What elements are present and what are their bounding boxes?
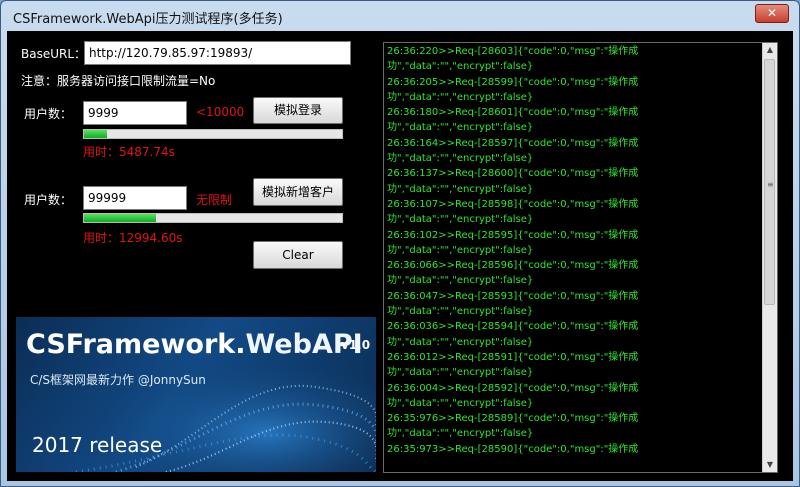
log-line: 26:36:066>>Req-[28596]{"code":0,"msg":"操… [387,260,639,272]
simulate-add-customer-button[interactable]: 模拟新增客户 [253,178,343,206]
log-line: 26:36:180>>Req-[28601]{"code":0,"msg":"操… [387,107,639,119]
customer-progress-fill [84,214,157,222]
log-line: 26:36:036>>Req-[28594]{"code":0,"msg":"操… [387,321,639,333]
login-progress-bar [83,129,343,139]
login-users-label: 用户数： [24,107,73,121]
log-line: 功","data":"","encrypt":false} [387,61,534,73]
log-line: 功","data":"","encrypt":false} [387,214,534,226]
log-line: 功","data":"","encrypt":false} [387,397,534,409]
log-line: 功","data":"","encrypt":false} [387,336,534,348]
log-line: 26:36:205>>Req-[28599]{"code":0,"msg":"操… [387,76,639,88]
customer-users-label: 用户数： [24,193,73,207]
log-line: 26:36:137>>Req-[28600]{"code":0,"msg":"操… [387,168,639,180]
product-banner: CSFramework.WebAPI v1.0 C/S框架网最新力作 @Jonn… [16,317,376,472]
log-line: 26:36:047>>Req-[28593]{"code":0,"msg":"操… [387,290,639,302]
scroll-up-arrow-icon[interactable]: ▲ [763,43,777,57]
banner-title-part1: CSFramework. [26,329,246,360]
notice-text: 注意：服务器访问接口限制流量=No [21,74,216,88]
log-line: 功","data":"","encrypt":false} [387,367,534,379]
login-elapsed-text: 用时：5487.74s [83,145,175,159]
login-limit-text: <10000 [196,105,245,119]
simulate-login-button[interactable]: 模拟登录 [253,97,343,124]
main-panel: BaseURL： http://120.79.85.97:19893/ 注意：服… [7,31,793,481]
window-title: CSFramework.WebApi压力测试程序(多任务) [13,12,283,27]
login-progress-fill [84,130,108,138]
banner-title: CSFramework.WebAPI [26,329,363,360]
banner-subtitle: C/S框架网最新力作 @JonnySun [30,373,206,387]
log-line: 功","data":"","encrypt":false} [387,306,534,318]
close-icon: ✕ [766,6,778,20]
app-window: CSFramework.WebApi压力测试程序(多任务) ✕ BaseURL：… [0,0,800,487]
clear-button[interactable]: Clear [253,241,343,269]
customer-elapsed-text: 用时：12994.60s [83,231,183,245]
log-line: 功","data":"","encrypt":false} [387,153,534,165]
log-line: 功","data":"","encrypt":false} [387,91,534,103]
log-line: 26:36:012>>Req-[28591]{"code":0,"msg":"操… [387,351,639,363]
log-line: 26:36:220>>Req-[28603]{"code":0,"msg":"操… [387,46,639,57]
title-bar[interactable]: CSFramework.WebApi压力测试程序(多任务) ✕ [1,1,799,31]
customer-progress-bar [83,213,343,223]
log-output[interactable]: 26:36:220>>Req-[28603]{"code":0,"msg":"操… [383,42,778,473]
log-line: 26:35:976>>Req-[28589]{"code":0,"msg":"操… [387,413,639,425]
log-line: 26:36:102>>Req-[28595]{"code":0,"msg":"操… [387,229,639,241]
log-line: 26:35:973>>Req-[28590]{"code":0,"msg":"操… [387,443,639,455]
log-line: 功","data":"","encrypt":false} [387,275,534,287]
scroll-thumb[interactable]: ≡ [764,59,775,305]
log-scrollbar[interactable]: ▲ ≡ ▼ [762,43,777,472]
log-line: 26:36:107>>Req-[28598]{"code":0,"msg":"操… [387,198,639,210]
log-line: 功","data":"","encrypt":false} [387,122,534,134]
scroll-grip-icon: ≡ [767,180,774,189]
log-line: 功","data":"","encrypt":false} [387,244,534,256]
customer-users-input[interactable]: 99999 [83,186,187,210]
base-url-label: BaseURL： [21,47,87,61]
log-line: 26:36:164>>Req-[28597]{"code":0,"msg":"操… [387,137,639,149]
scroll-down-arrow-icon[interactable]: ▼ [763,458,777,472]
banner-version: v1.0 [341,338,371,352]
base-url-input[interactable]: http://120.79.85.97:19893/ [84,41,351,65]
log-lines: 26:36:220>>Req-[28603]{"code":0,"msg":"操… [387,44,639,457]
log-line: 26:36:004>>Req-[28592]{"code":0,"msg":"操… [387,382,639,394]
login-users-input[interactable]: 9999 [83,101,187,125]
log-line: 功","data":"","encrypt":false} [387,428,534,440]
close-button[interactable]: ✕ [755,4,789,23]
log-line: 功","data":"","encrypt":false} [387,183,534,195]
customer-limit-text: 无限制 [196,193,233,207]
banner-release: 2017 release [32,433,163,457]
